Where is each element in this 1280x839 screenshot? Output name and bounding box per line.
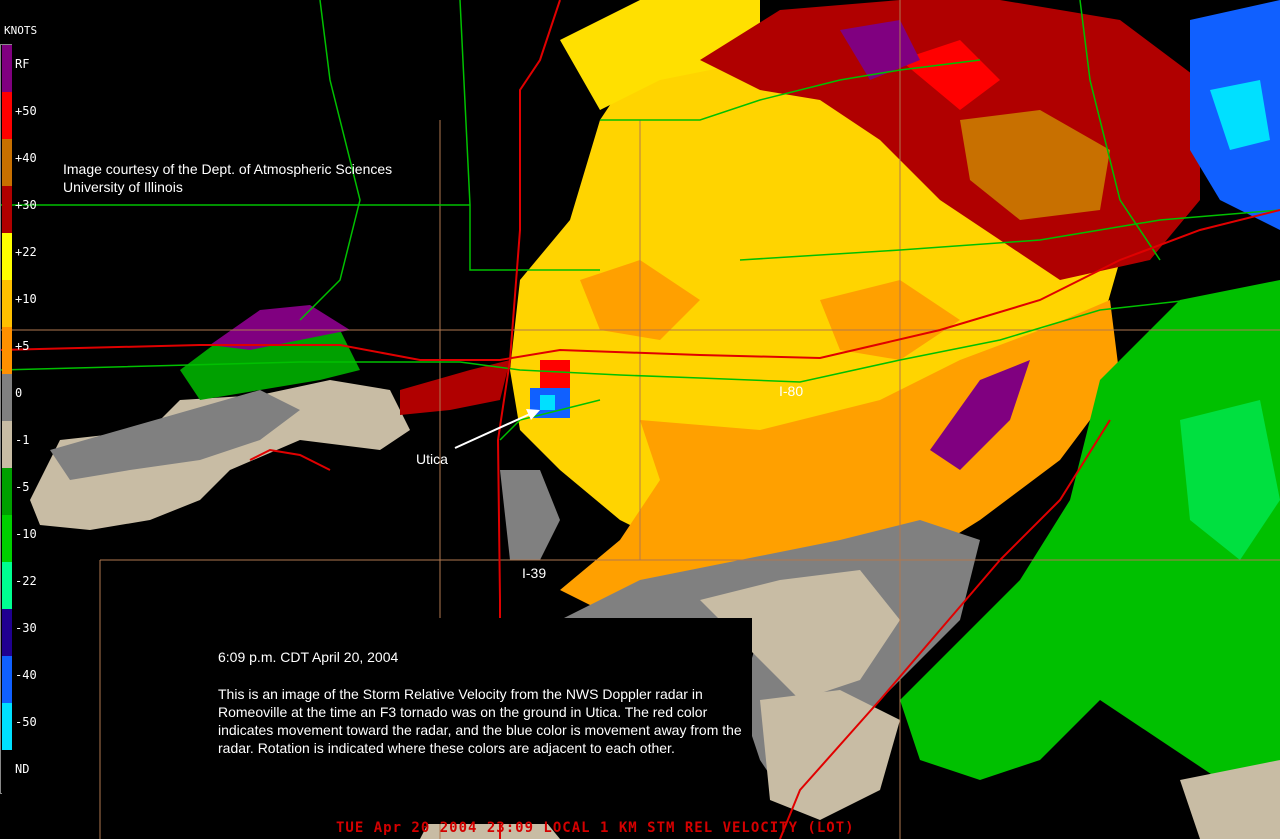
legend-color-swatch [2,139,12,186]
legend-label: ND [15,762,30,776]
legend-color-swatch [2,233,12,280]
credit-line-1: Image courtesy of the Dept. of Atmospher… [63,161,393,177]
legend-color-swatch [2,515,12,562]
legend-title: KNOTS [4,24,38,37]
legend-label: +50 [15,104,37,118]
legend-label: +10 [15,292,37,306]
caption-box: 6:09 p.m. CDT April 20, 2004 This is an … [194,618,752,824]
legend-color-swatch [2,45,12,92]
place-label-utica: Utica [416,451,448,467]
legend-label: +22 [15,245,37,259]
legend-color-swatch [2,468,12,515]
radar-product-footer: TUE Apr 20 2004 23:09 LOCAL 1 KM STM REL… [336,820,855,836]
legend-label: -40 [15,668,37,682]
caption-description: This is an image of the Storm Relative V… [218,686,742,756]
highway-label-i80: I-80 [779,383,804,399]
legend-label: -30 [15,621,37,635]
legend-color-swatch [2,327,12,374]
velocity-color-legend: RF +50 +40 +30 +22 +10 +5 0 -1 -5 -10 -22 -30 -40 -50 N… [0,44,37,797]
caption-time: 6:09 p.m. CDT April 20, 2004 [218,649,399,665]
legend-label: -22 [15,574,37,588]
legend-label: -1 [15,433,30,447]
legend-color-swatch [2,656,12,703]
legend-color-swatch [2,186,12,233]
legend-label: 0 [15,386,23,400]
legend-label: RF [15,57,30,71]
legend-color-swatch [2,374,12,421]
legend-label: -10 [15,527,37,541]
legend-color-swatch [2,92,12,139]
image-credit: Image courtesy of the Dept. of Atmospher… [63,160,392,196]
legend-label: +30 [15,198,37,212]
legend-label: +40 [15,151,37,165]
credit-line-2: University of Illinois [63,179,183,195]
legend-color-swatch [2,750,12,797]
legend-label: -5 [15,480,30,494]
legend-color-swatch [2,421,12,468]
legend-color-swatch [2,609,12,656]
highway-label-i39: I-39 [522,565,547,581]
legend-label: -50 [15,715,37,729]
legend-label: +5 [15,339,30,353]
legend-color-swatch [2,562,12,609]
legend-color-swatch [2,703,12,750]
legend-color-swatch [2,280,12,327]
